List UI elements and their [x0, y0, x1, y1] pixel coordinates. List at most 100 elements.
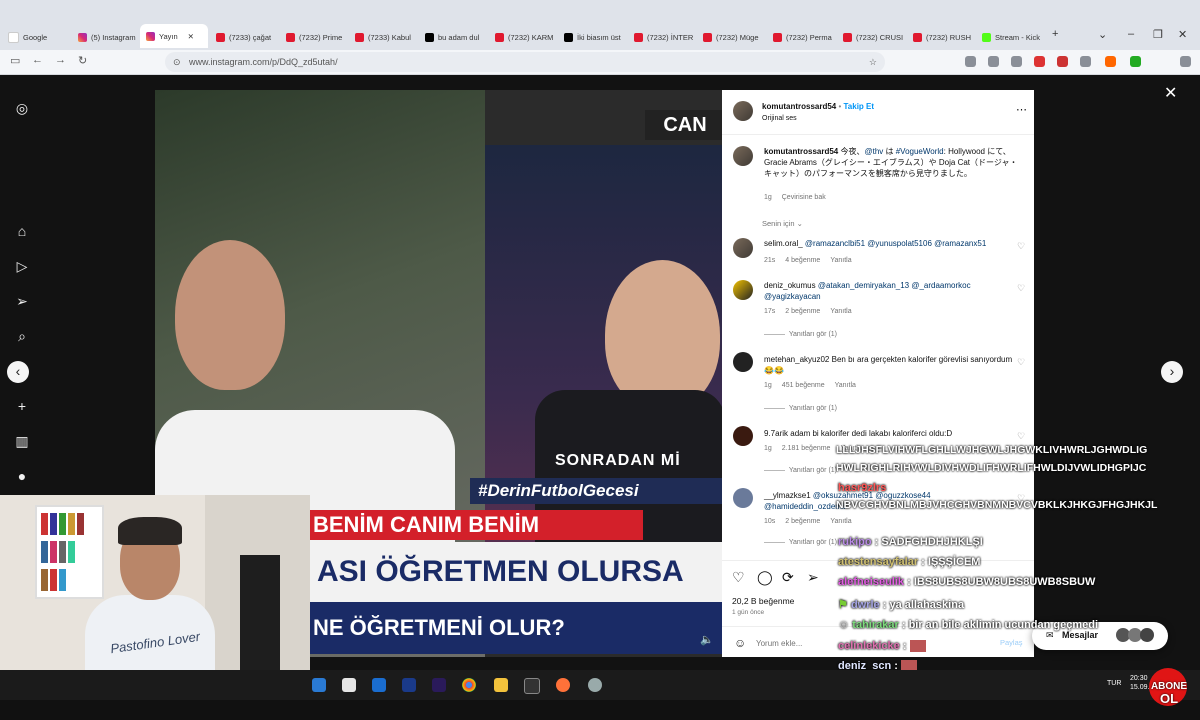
messages-icon[interactable]: ➢ — [14, 293, 30, 309]
profile-avatar-icon[interactable]: ● — [14, 468, 30, 484]
view-replies-link[interactable]: ——— Yanıtları gör (1) — [764, 403, 837, 414]
app-icon[interactable] — [402, 678, 416, 692]
view-replies-link[interactable]: ——— Yanıtları gör (1) — [764, 537, 837, 548]
new-tab-icon[interactable]: + — [1052, 28, 1058, 40]
reels-icon[interactable]: ▷ — [14, 258, 30, 274]
volume-icon[interactable]: 🔈 — [700, 633, 714, 646]
youtube-icon — [355, 32, 364, 42]
youtube-icon — [216, 32, 225, 42]
like-comment-icon[interactable]: ♡ — [1017, 357, 1025, 368]
reload-icon[interactable]: ↻ — [78, 54, 87, 67]
address-bar[interactable]: ⊙ www.instagram.com/p/DdQ_zd5utah/ ☆ — [165, 52, 885, 72]
like-comment-icon[interactable]: ♡ — [1017, 431, 1025, 442]
tab-youtube[interactable]: (7232) RUSH — [913, 28, 973, 46]
firefox-icon[interactable] — [556, 678, 570, 692]
obs-icon[interactable] — [524, 678, 540, 694]
view-replies-link[interactable]: ——— Yanıtları gör (1) — [764, 329, 837, 340]
post-caption: komutantrossard54 今夜、@thv は #VogueWorld:… — [764, 147, 1018, 178]
tab-kick[interactable]: Stream - Kick — [982, 28, 1042, 46]
premiere-icon[interactable] — [432, 678, 446, 692]
view-replies-link[interactable]: ——— Yanıtları gör (1) — [764, 465, 837, 476]
home-icon[interactable]: ⌂ — [14, 223, 30, 239]
minimize-icon[interactable]: – — [1128, 28, 1134, 40]
download-icon[interactable] — [965, 56, 976, 67]
comment-icon[interactable]: ◯ — [757, 569, 773, 586]
back-icon[interactable]: ← — [32, 54, 43, 66]
tab-google[interactable]: Google — [8, 28, 68, 46]
repost-icon[interactable]: ⟳ — [782, 569, 794, 586]
tab-youtube[interactable]: (7232) Prime — [286, 28, 346, 46]
host-person — [605, 260, 720, 410]
close-tab-icon[interactable]: ✕ — [188, 32, 194, 41]
avatar[interactable] — [733, 352, 753, 372]
avatar[interactable] — [733, 101, 753, 121]
menu-icon[interactable] — [1180, 56, 1191, 67]
extension-icon[interactable] — [1057, 56, 1068, 67]
google-icon — [8, 31, 19, 43]
post-header: komutantrossard54 • Takip Et Orijinal se… — [722, 90, 1034, 135]
input-language[interactable]: TUR — [1107, 680, 1121, 687]
tab-tiktok[interactable]: bu adam dul — [425, 28, 483, 46]
audio-label[interactable]: Orijinal ses — [762, 115, 797, 122]
tab-youtube[interactable]: (7232) Perma — [773, 28, 833, 46]
close-icon[interactable]: ✕ — [1164, 83, 1177, 103]
like-icon[interactable]: ♡ — [732, 569, 745, 586]
extension-icon[interactable] — [1011, 56, 1022, 67]
extension-icon[interactable] — [1105, 56, 1116, 67]
instagram-logo-icon[interactable]: ◎ — [14, 100, 30, 116]
share-icon[interactable]: ➢ — [807, 569, 819, 586]
tab-youtube[interactable]: (7233) çağat — [216, 28, 276, 46]
like-comment-icon[interactable]: ♡ — [1017, 241, 1025, 252]
post-comment-button[interactable]: Paylaş — [1000, 638, 1023, 647]
forward-icon[interactable]: → — [55, 54, 66, 66]
instagram-icon — [146, 31, 155, 41]
account-icon[interactable] — [988, 56, 999, 67]
tab-youtube[interactable]: (7232) İNTER — [634, 28, 694, 46]
edge-icon[interactable] — [312, 678, 326, 692]
tab-youtube[interactable]: (7232) Müge — [703, 28, 763, 46]
chrome-icon[interactable] — [462, 678, 476, 692]
emoji-icon[interactable]: ☺ — [734, 636, 746, 650]
maximize-icon[interactable]: ❐ — [1153, 28, 1163, 41]
avatar[interactable] — [733, 146, 753, 166]
tab-youtube[interactable]: (7232) CRUSI — [843, 28, 903, 46]
window-close-icon[interactable]: ✕ — [1178, 28, 1187, 41]
likes-count[interactable]: 20,2 B beğenme — [732, 596, 794, 606]
tab-tiktok[interactable]: İki biasım üst — [564, 28, 622, 46]
youtube-icon — [495, 32, 504, 42]
follow-button[interactable]: Takip Et — [844, 102, 875, 111]
create-icon[interactable]: + — [14, 398, 30, 414]
avatar[interactable] — [733, 238, 753, 258]
tab-yayin-active[interactable]: Yayın ✕ — [140, 24, 208, 48]
app-icon[interactable] — [588, 678, 602, 692]
extension-icon[interactable] — [1034, 56, 1045, 67]
bookmark-star-icon[interactable]: ☆ — [869, 52, 877, 72]
tab-youtube[interactable]: (7232) KARM — [495, 28, 555, 46]
chevron-down-icon[interactable]: ⌄ — [1098, 28, 1107, 41]
next-post-icon[interactable]: › — [1161, 361, 1183, 383]
chat-message: ⚑ dwrle : ya allahaskina — [838, 599, 965, 611]
extension-icon[interactable] — [1080, 56, 1091, 67]
post-author[interactable]: komutantrossard54 — [762, 102, 836, 111]
lower-third-red: BENİM CANIM BENİM — [305, 510, 643, 540]
avatar[interactable] — [733, 280, 753, 300]
site-info-icon[interactable]: ⊙ — [173, 52, 181, 72]
translate-link[interactable]: Çevirisine bak — [782, 194, 826, 201]
previous-post-icon[interactable]: ‹ — [7, 361, 29, 383]
sidebar-toggle-icon[interactable]: ▭ — [10, 54, 20, 67]
more-options-icon[interactable]: ⋯ — [1016, 103, 1027, 116]
store-icon[interactable] — [342, 678, 356, 692]
chat-message: hasr9zlrs — [838, 482, 887, 494]
outlook-icon[interactable] — [372, 678, 386, 692]
search-icon[interactable]: ⌕ — [14, 328, 30, 344]
avatar[interactable] — [733, 426, 753, 446]
file-explorer-icon[interactable] — [494, 678, 508, 692]
insights-icon[interactable]: ▥ — [14, 433, 30, 449]
sort-selector[interactable]: Senin için ⌄ — [762, 219, 803, 228]
like-comment-icon[interactable]: ♡ — [1017, 283, 1025, 294]
tab-instagram[interactable]: (5) Instagram — [78, 28, 138, 46]
avatar[interactable] — [733, 488, 753, 508]
extension-icon[interactable] — [1130, 56, 1141, 67]
tiktok-icon — [425, 32, 434, 42]
tab-youtube[interactable]: (7233) Kabul — [355, 28, 415, 46]
